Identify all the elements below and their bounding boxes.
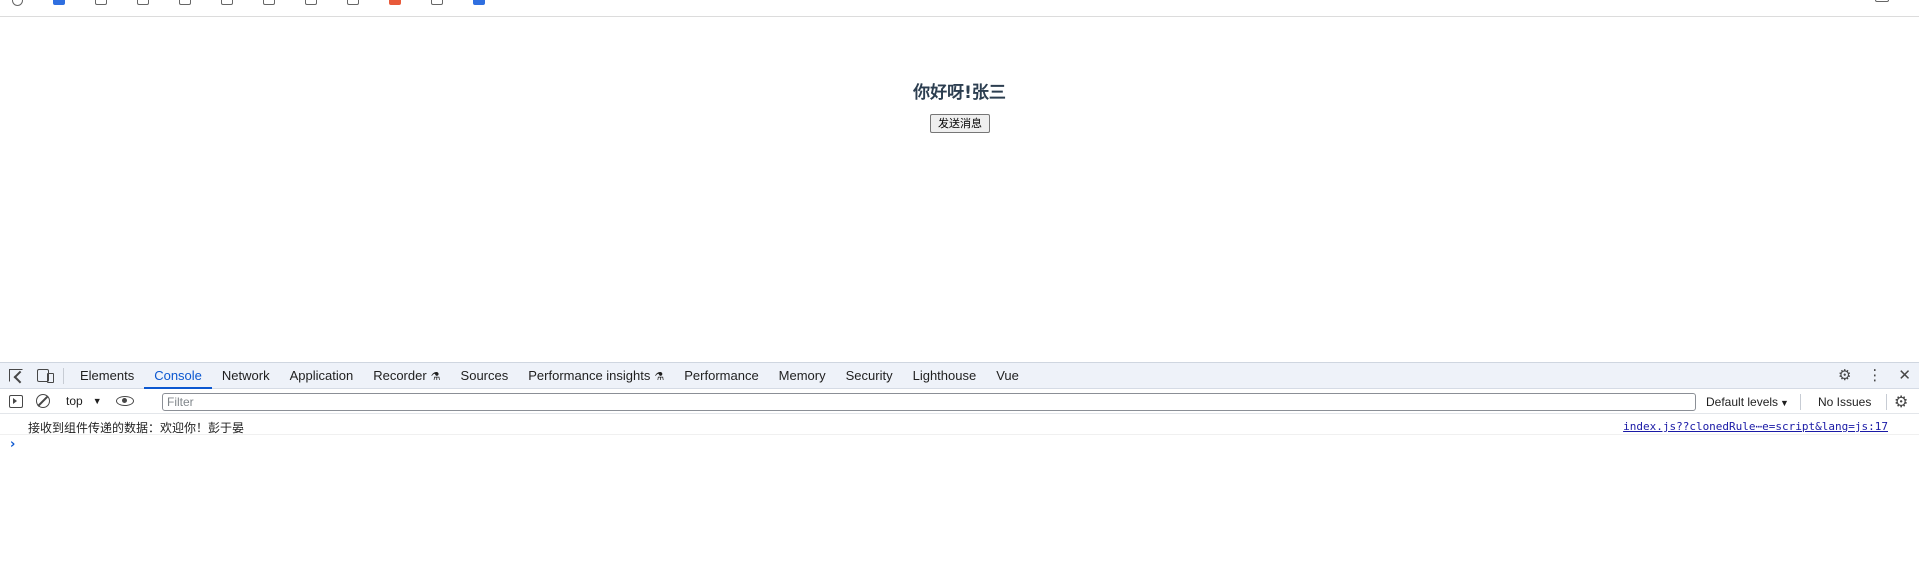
flask-icon: ⚗ [430, 371, 441, 383]
console-output: 接收到组件传递的数据：欢迎你！彭于晏 index.js??clonedRule⋯… [0, 415, 1919, 583]
bookmark-item[interactable] [389, 0, 409, 5]
all-bookmarks[interactable] [1875, 0, 1897, 2]
tab-recorder[interactable]: Recorder ⚗ [363, 363, 450, 389]
folder-icon [305, 0, 317, 5]
issues-counter[interactable]: No Issues [1818, 395, 1871, 409]
close-icon[interactable]: ✕ [1898, 367, 1911, 384]
console-prompt-chevron-icon[interactable]: › [10, 437, 15, 452]
page-title: 你好呀!张三 [913, 83, 1006, 103]
console-log-entry: 接收到组件传递的数据：欢迎你！彭于晏 index.js??clonedRule⋯… [0, 415, 1919, 435]
tab-vue[interactable]: Vue [986, 363, 1029, 389]
tab-sources[interactable]: Sources [451, 363, 519, 389]
folder-icon [95, 0, 107, 5]
console-log-source-link[interactable]: index.js??clonedRule⋯e=script&lang=js:17 [1623, 420, 1888, 433]
devtools-tab-list: Elements Console Network Application Recorde… [70, 363, 1029, 389]
bookmark-folder[interactable] [347, 0, 367, 5]
folder-icon [137, 0, 149, 5]
site-icon [389, 0, 401, 5]
live-expression-eye-icon[interactable] [115, 396, 134, 406]
tab-label: Application [289, 368, 354, 383]
folder-icon [221, 0, 233, 5]
tab-label: Recorder [373, 368, 427, 383]
bookmark-folder[interactable] [179, 0, 199, 5]
tab-label: Console [154, 368, 202, 383]
bookmark-folder[interactable] [305, 0, 325, 5]
log-levels-label: Default levels [1706, 395, 1779, 409]
bookmark-folder[interactable] [137, 0, 157, 5]
filter-input[interactable] [162, 393, 1696, 411]
bookmark-folder[interactable] [263, 0, 283, 5]
tab-security[interactable]: Security [836, 363, 903, 389]
caret-down-icon: ▼ [92, 396, 102, 406]
tab-network[interactable]: Network [212, 363, 280, 389]
tab-console[interactable]: Console [144, 363, 212, 389]
device-toolbar-icon[interactable] [37, 369, 54, 383]
tab-application[interactable]: Application [280, 363, 364, 389]
console-toolbar: top ▼ Default levels▼ No Issues ⚙ [0, 390, 1919, 414]
tab-label: Vue [996, 368, 1019, 383]
page-icon [431, 0, 443, 5]
context-selector-value: top [66, 394, 83, 408]
bookmark-icon [53, 0, 65, 5]
caret-down-icon: ▼ [1780, 398, 1789, 408]
bookmark-item[interactable] [431, 0, 451, 5]
console-settings-gear-icon[interactable]: ⚙ [1894, 392, 1908, 411]
divider [1886, 394, 1887, 410]
settings-gear-icon[interactable]: ⚙ [1838, 367, 1851, 384]
folder-icon [1875, 0, 1889, 2]
site-icon [473, 0, 485, 5]
folder-icon [263, 0, 275, 5]
send-message-button[interactable]: 发送消息 [930, 114, 990, 133]
context-selector[interactable]: top ▼ [66, 394, 102, 408]
bookmark-item[interactable] [12, 0, 31, 6]
show-sidebar-icon[interactable] [9, 394, 23, 408]
tab-label: Lighthouse [912, 368, 977, 383]
tab-performance-insights[interactable]: Performance insights ⚗ [518, 363, 674, 389]
flask-icon: ⚗ [654, 371, 665, 383]
globe-icon [12, 0, 23, 6]
tab-label: Performance [684, 368, 759, 383]
console-log-message: 接收到组件传递的数据：欢迎你！彭于晏 [28, 421, 245, 435]
tab-lighthouse[interactable]: Lighthouse [903, 363, 987, 389]
bookmark-folder[interactable] [221, 0, 241, 5]
bookmark-item[interactable] [473, 0, 493, 5]
folder-icon [179, 0, 191, 5]
tab-label: Elements [80, 368, 135, 383]
divider [63, 368, 64, 384]
bookmarks-bar [0, 0, 1919, 17]
devtools-tabbar: Elements Console Network Application Recorde… [0, 363, 1919, 389]
inspect-element-icon[interactable] [9, 369, 23, 382]
clear-console-icon[interactable] [36, 394, 50, 408]
bookmark-folder[interactable] [95, 0, 115, 5]
tab-label: Performance insights [528, 368, 651, 383]
page-viewport: 你好呀!张三 发送消息 [0, 17, 1919, 362]
bookmark-item[interactable] [53, 0, 73, 5]
tab-memory[interactable]: Memory [769, 363, 836, 389]
divider [1800, 394, 1801, 410]
tab-elements[interactable]: Elements [70, 363, 144, 389]
devtools-panel: Elements Console Network Application Recorde… [0, 362, 1919, 582]
tab-label: Network [221, 368, 270, 383]
log-levels-dropdown[interactable]: Default levels ▼ [1706, 395, 1789, 409]
folder-icon [347, 0, 359, 5]
tab-performance[interactable]: Performance [674, 363, 768, 389]
tab-label: Sources [460, 368, 509, 383]
tab-label: Security [845, 368, 893, 383]
more-options-icon[interactable]: ⋮ [1867, 367, 1882, 384]
tab-label: Memory [778, 368, 826, 383]
